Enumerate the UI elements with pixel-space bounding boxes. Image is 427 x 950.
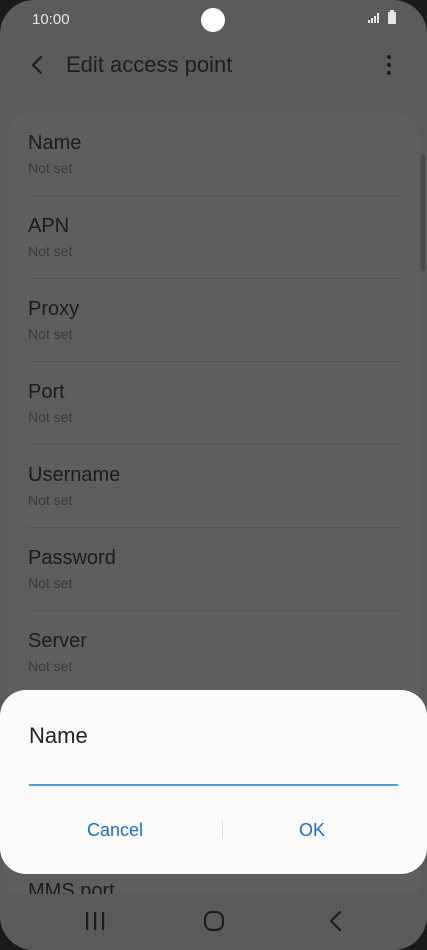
cancel-button[interactable]: Cancel [20,808,210,852]
field-value: Not set [28,575,73,591]
status-bar: 10:00 [0,0,427,40]
status-time: 10:00 [32,11,70,28]
recents-icon[interactable] [65,894,125,950]
field-value: Not set [28,160,73,176]
field-label: Username [28,464,121,486]
field-label: Port [28,381,65,403]
navigation-bar [0,894,427,950]
field-server[interactable]: Server Not set [28,610,403,694]
field-value: Not set [28,326,73,342]
field-password[interactable]: Password Not set [28,527,403,611]
field-apn[interactable]: APN Not set [28,195,403,279]
field-label: Name [28,132,82,154]
phone-screen: 10:00 Edit access point Name Not set APN… [0,0,427,950]
field-label: APN [28,215,70,237]
name-dialog: Name Cancel OK [0,690,427,874]
scrollbar[interactable] [421,155,425,271]
camera-cutout [201,8,225,32]
dialog-title: Name [29,723,88,748]
field-label: Server [28,630,87,652]
back-icon[interactable] [26,53,50,77]
field-value: Not set [28,409,73,425]
field-name[interactable]: Name Not set [28,112,403,196]
signal-icon [368,13,379,23]
home-icon[interactable] [184,894,244,950]
field-proxy[interactable]: Proxy Not set [28,278,403,362]
more-vertical-icon[interactable] [378,52,400,78]
back-icon[interactable] [305,894,365,950]
field-label: Proxy [28,298,80,320]
field-label: Password [28,547,116,569]
ok-button[interactable]: OK [222,808,402,852]
battery-icon [388,10,396,24]
field-value: Not set [28,658,73,674]
field-value: Not set [28,243,73,259]
page-title: Edit access point [66,52,233,77]
field-username[interactable]: Username Not set [28,444,403,528]
field-port[interactable]: Port Not set [28,361,403,445]
field-value: Not set [28,492,73,508]
app-bar: Edit access point [0,40,427,90]
name-input[interactable] [29,758,398,786]
